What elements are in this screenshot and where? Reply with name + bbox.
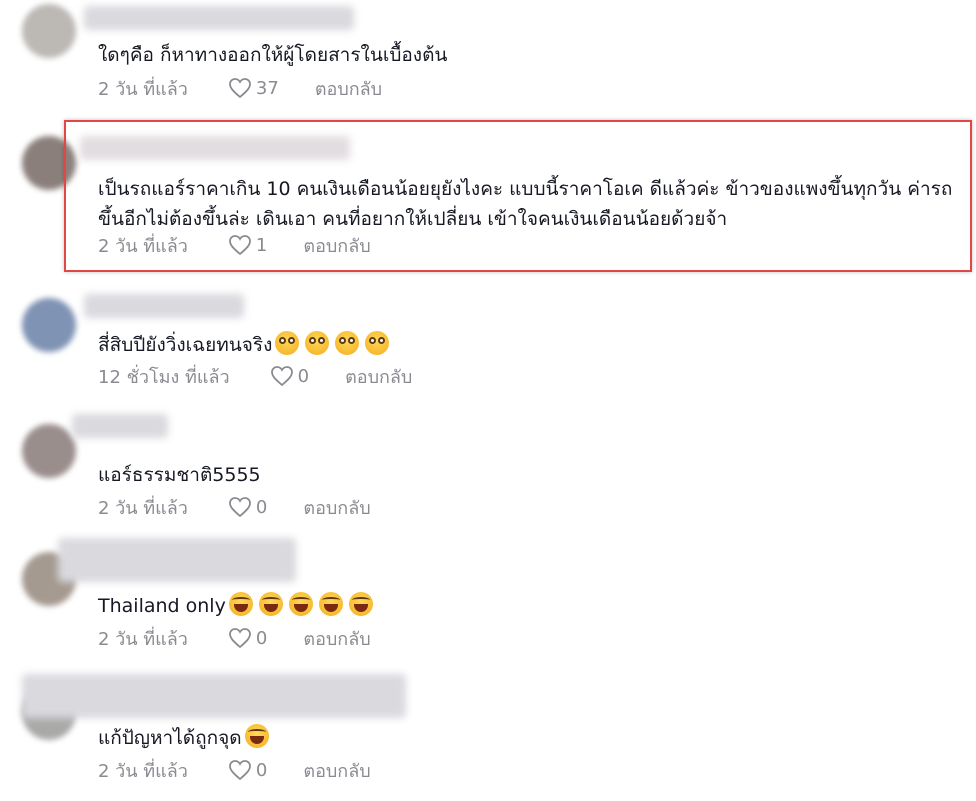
username-redacted (58, 538, 296, 582)
comment-text: Thailand only (98, 591, 960, 621)
flushed-face-emoji (275, 331, 300, 355)
avatar[interactable] (22, 424, 76, 478)
reply-button[interactable]: ตอบกลับ (303, 493, 370, 522)
comment-time: 2 วัน ที่แล้ว (98, 78, 188, 100)
heart-outline-icon (270, 366, 293, 387)
comment-meta: 2 วัน ที่แล้ว 0 ตอบกลับ (98, 493, 371, 521)
like-button[interactable]: 0 (228, 759, 267, 781)
heart-outline-icon (229, 497, 251, 518)
like-button[interactable]: 0 (270, 365, 309, 387)
like-count: 0 (255, 496, 268, 518)
comment-text-content: แก้ปัญหาได้ถูกจุด (98, 727, 242, 749)
avatar[interactable] (22, 4, 76, 58)
like-count: 0 (255, 627, 268, 649)
comment-text: แอร์ธรรมชาติ5555 (98, 464, 261, 486)
laughing-face-emoji (258, 592, 283, 616)
like-count: 0 (255, 759, 268, 781)
like-count: 37 (255, 77, 279, 99)
laughing-face-emoji (228, 592, 253, 616)
comment-list: ใดๆคือ ก็หาทางออกให้ผู้โดยสารในเบื้องต้น… (0, 0, 976, 801)
flushed-face-emoji (335, 331, 360, 355)
comment-text: แก้ปัญหาได้ถูกจุด (98, 723, 960, 753)
username-redacted (84, 294, 244, 318)
avatar[interactable] (22, 298, 76, 352)
comment-meta: 2 วัน ที่แล้ว 37 ตอบกลับ (98, 74, 382, 102)
comment-text-content: สี่สิบปียังวิ่งเฉยทนจริง (98, 334, 273, 356)
highlight-box (64, 120, 972, 272)
username-redacted (22, 674, 406, 718)
reply-button[interactable]: ตอบกลับ (303, 756, 370, 785)
like-button[interactable]: 0 (228, 496, 267, 518)
username-redacted (72, 414, 168, 438)
heart-outline-icon (229, 760, 251, 781)
like-button[interactable]: 0 (228, 627, 267, 649)
laughing-face-emoji (348, 592, 373, 616)
comment-time: 12 ชั่วโมง ที่แล้ว (98, 366, 230, 388)
laughing-face-emoji (288, 592, 313, 616)
heart-outline-icon (229, 628, 251, 649)
heart-outline-icon (229, 78, 251, 99)
flushed-face-emoji (365, 331, 390, 355)
reply-button[interactable]: ตอบกลับ (345, 362, 412, 391)
comment-time: 2 วัน ที่แล้ว (98, 760, 188, 782)
comment-text: ใดๆคือ ก็หาทางออกให้ผู้โดยสารในเบื้องต้น (98, 44, 448, 66)
like-count: 0 (297, 365, 310, 387)
reply-button[interactable]: ตอบกลับ (303, 624, 370, 653)
comment-meta: 2 วัน ที่แล้ว 0 ตอบกลับ (98, 624, 371, 652)
comment-text-content: Thailand only (98, 595, 226, 617)
comment-time: 2 วัน ที่แล้ว (98, 497, 188, 519)
comment-meta: 12 ชั่วโมง ที่แล้ว 0 ตอบกลับ (98, 362, 412, 390)
laughing-face-emoji (318, 592, 343, 616)
username-redacted (84, 6, 354, 30)
comment-text: สี่สิบปียังวิ่งเฉยทนจริง (98, 330, 960, 360)
comment-time: 2 วัน ที่แล้ว (98, 628, 188, 650)
like-button[interactable]: 37 (228, 77, 279, 99)
reply-button[interactable]: ตอบกลับ (315, 74, 382, 103)
flushed-face-emoji (305, 331, 330, 355)
comment-meta: 2 วัน ที่แล้ว 0 ตอบกลับ (98, 756, 371, 784)
laughing-face-emoji (244, 724, 269, 748)
